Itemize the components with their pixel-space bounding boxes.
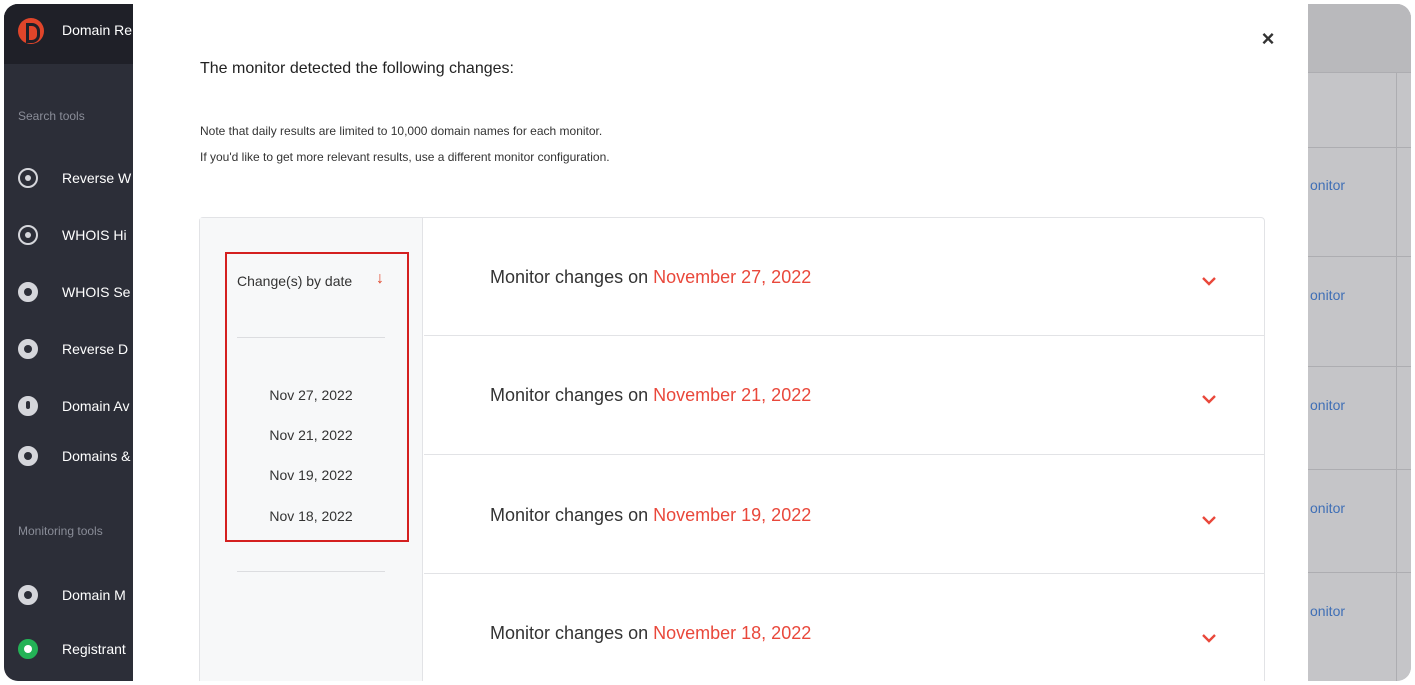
limit-note: Note that daily results are limited to 1… <box>200 124 603 138</box>
row-title: Monitor changes on November 27, 2022 <box>490 267 811 288</box>
row-title: Monitor changes on November 19, 2022 <box>490 505 811 526</box>
sidebar-item-label: WHOIS Se <box>62 284 131 300</box>
sidebar-item-reverse-dns[interactable]: Reverse D <box>4 331 133 367</box>
app-title: Domain Re <box>62 22 133 38</box>
sidebar-item-label: Reverse W <box>62 170 132 186</box>
modal-title: The monitor detected the following chang… <box>200 60 514 77</box>
changes-panel: Change(s) by date ↓ Nov 27, 2022 Nov 21,… <box>199 217 1265 681</box>
monitor-link[interactable]: onitor <box>1310 603 1345 619</box>
chevron-down-icon[interactable] <box>1201 276 1217 286</box>
registrant-monitor-icon <box>18 639 38 659</box>
domains-subdomains-icon <box>18 446 38 466</box>
globe-icon <box>18 339 38 359</box>
accordion-row[interactable]: Monitor changes on November 27, 2022 <box>424 218 1265 336</box>
sidebar-item-whois-history[interactable]: WHOIS Hi <box>4 217 133 253</box>
accordion-row[interactable]: Monitor changes on November 18, 2022 <box>424 575 1265 681</box>
row-title-prefix: Monitor changes on <box>490 623 649 643</box>
reverse-whois-icon <box>18 168 38 188</box>
background-content: onitor onitor onitor onitor onitor <box>1308 4 1411 681</box>
divider <box>1396 72 1397 681</box>
brand-logo-icon[interactable] <box>18 18 44 44</box>
divider <box>237 571 385 572</box>
sidebar: Domain Re Search tools Reverse W WHOIS H… <box>4 4 133 681</box>
row-date: November 21, 2022 <box>653 385 812 405</box>
accordion-row[interactable]: Monitor changes on November 21, 2022 <box>424 337 1265 455</box>
row-date: November 27, 2022 <box>653 267 812 287</box>
row-title-prefix: Monitor changes on <box>490 385 649 405</box>
domain-availability-icon <box>18 396 38 416</box>
changes-accordion: Monitor changes on November 27, 2022 Mon… <box>424 218 1265 681</box>
row-title: Monitor changes on November 18, 2022 <box>490 623 811 644</box>
sidebar-item-domain-availability[interactable]: Domain Av <box>4 388 133 424</box>
sidebar-item-label: Reverse D <box>62 341 129 357</box>
monitoring-tools-heading: Monitoring tools <box>18 524 103 538</box>
sidebar-item-label: WHOIS Hi <box>62 227 127 243</box>
chevron-down-icon[interactable] <box>1201 633 1217 643</box>
search-tools-heading: Search tools <box>18 109 85 123</box>
sort-by-date-label[interactable]: Change(s) by date <box>237 273 352 289</box>
monitor-link[interactable]: onitor <box>1310 287 1345 303</box>
whois-search-icon <box>18 282 38 302</box>
sidebar-item-domain-monitor[interactable]: Domain M <box>4 577 133 613</box>
domain-monitor-icon <box>18 585 38 605</box>
chevron-down-icon[interactable] <box>1201 394 1217 404</box>
sidebar-item-label: Domain M <box>62 587 126 603</box>
sidebar-item-reverse-whois[interactable]: Reverse W <box>4 160 133 196</box>
sidebar-item-label: Domains & <box>62 448 131 464</box>
date-filter-column: Change(s) by date ↓ Nov 27, 2022 Nov 21,… <box>200 218 423 681</box>
date-item[interactable]: Nov 21, 2022 <box>237 427 385 443</box>
date-item[interactable]: Nov 19, 2022 <box>237 467 385 483</box>
chevron-down-icon[interactable] <box>1201 515 1217 525</box>
whois-history-icon <box>18 225 38 245</box>
sidebar-header: Domain Re <box>4 4 133 64</box>
app-window: Domain Re Search tools Reverse W WHOIS H… <box>4 4 1411 681</box>
divider <box>237 337 385 338</box>
config-note: If you'd like to get more relevant resul… <box>200 150 610 164</box>
date-item[interactable]: Nov 18, 2022 <box>237 508 385 524</box>
accordion-row[interactable]: Monitor changes on November 19, 2022 <box>424 456 1265 574</box>
close-button[interactable]: × <box>1257 28 1279 50</box>
sidebar-item-label: Registrant <box>62 641 126 657</box>
monitor-link[interactable]: onitor <box>1310 500 1345 516</box>
row-title-prefix: Monitor changes on <box>490 505 649 525</box>
changes-modal: × The monitor detected the following cha… <box>133 4 1308 681</box>
sidebar-item-whois-search[interactable]: WHOIS Se <box>4 274 133 310</box>
row-date: November 19, 2022 <box>653 505 812 525</box>
sidebar-item-label: Domain Av <box>62 398 130 414</box>
monitor-link[interactable]: onitor <box>1310 397 1345 413</box>
row-date: November 18, 2022 <box>653 623 812 643</box>
row-title: Monitor changes on November 21, 2022 <box>490 385 811 406</box>
monitor-link[interactable]: onitor <box>1310 177 1345 193</box>
background-toolbar <box>1308 4 1411 72</box>
date-item[interactable]: Nov 27, 2022 <box>237 387 385 403</box>
sort-arrow-down-icon[interactable]: ↓ <box>376 270 384 288</box>
row-title-prefix: Monitor changes on <box>490 267 649 287</box>
sidebar-item-domains-subdomains[interactable]: Domains & <box>4 438 133 474</box>
sidebar-item-registrant-monitor[interactable]: Registrant <box>4 631 133 667</box>
